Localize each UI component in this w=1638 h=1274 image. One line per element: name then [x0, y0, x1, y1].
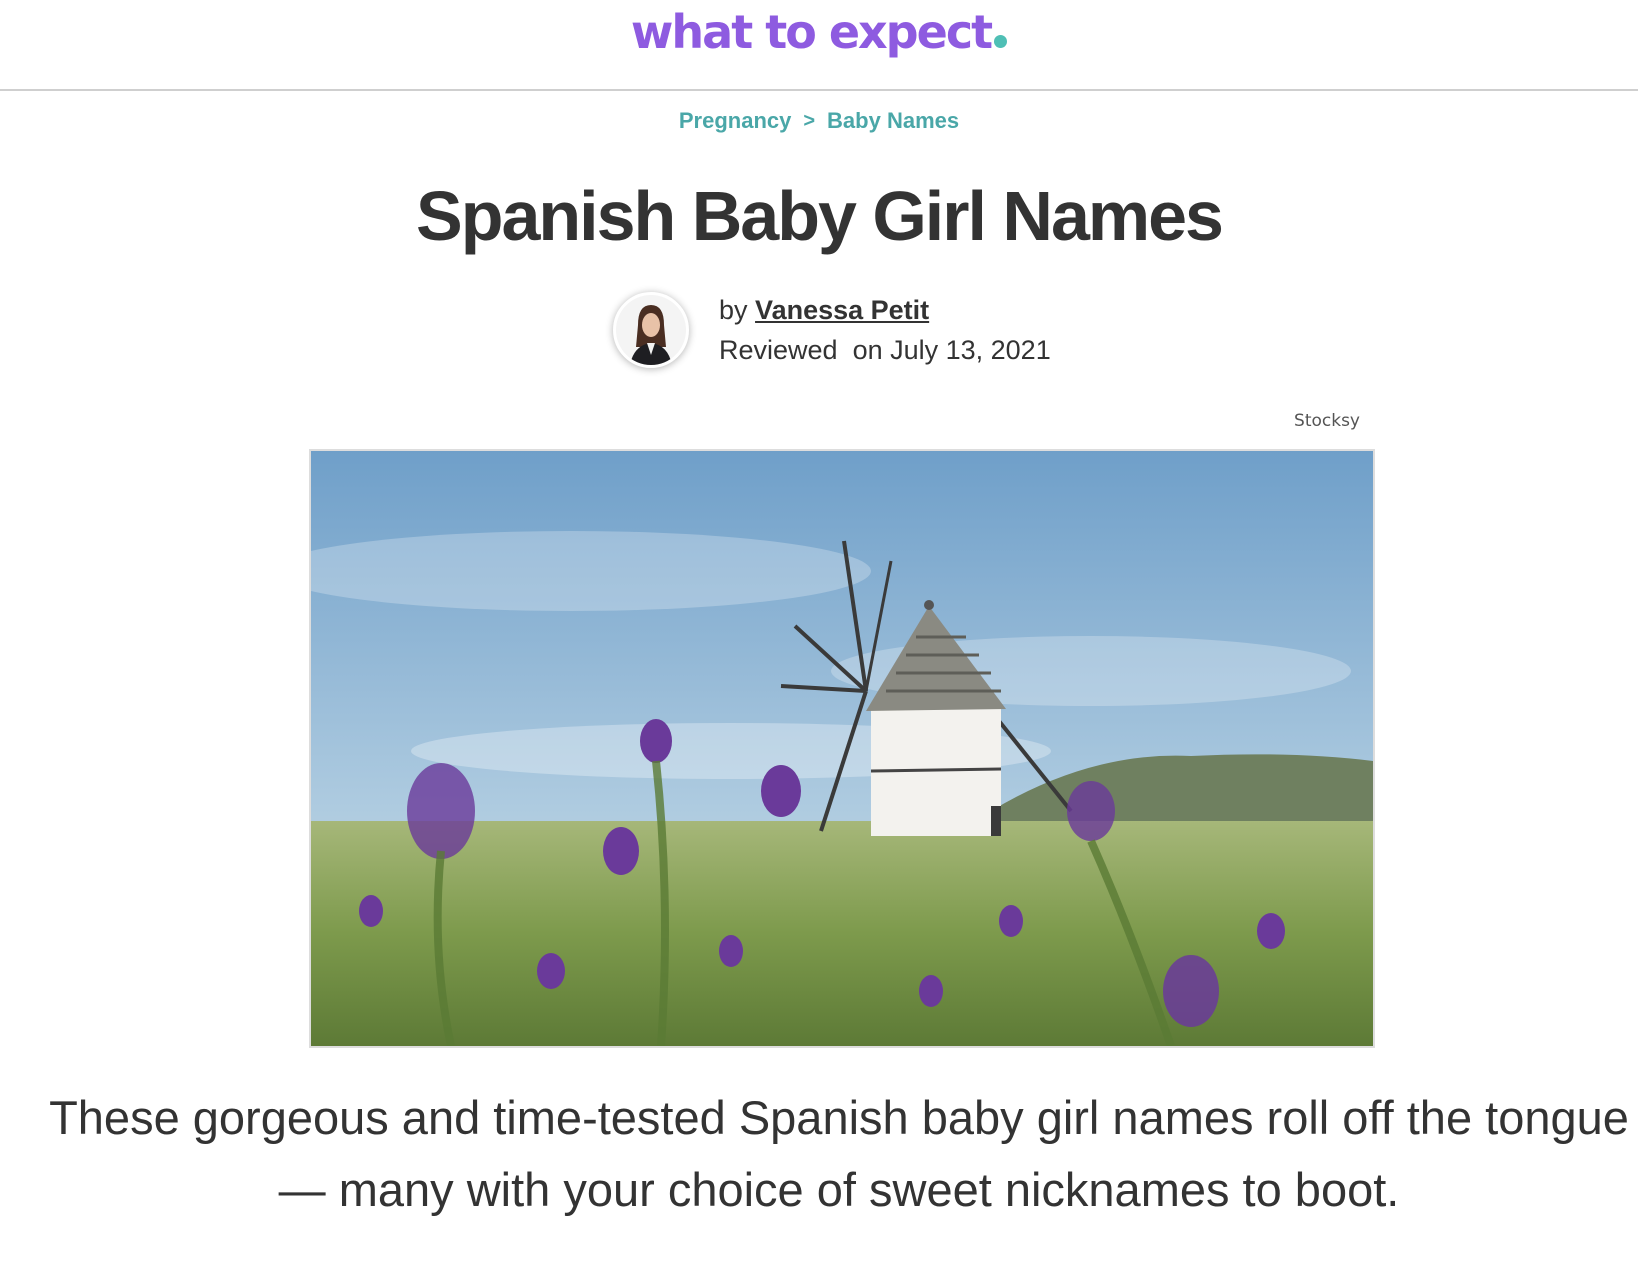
logo-dot-icon — [994, 35, 1008, 48]
breadcrumb-pregnancy[interactable]: Pregnancy — [679, 108, 792, 134]
byline-prefix: by — [719, 295, 748, 325]
site-logo[interactable]: what to expect — [630, 2, 1008, 62]
byline-text: by Vanessa Petit Reviewed on July 13, 20… — [719, 290, 1051, 370]
reviewed-date: Reviewed on July 13, 2021 — [719, 335, 1051, 365]
breadcrumb-baby-names[interactable]: Baby Names — [827, 108, 959, 134]
logo-text: what to expect — [630, 5, 993, 59]
breadcrumb-separator: > — [803, 109, 816, 132]
windmill-field-photo — [311, 451, 1373, 1046]
image-credit: Stocksy — [1294, 411, 1360, 431]
page-title: Spanish Baby Girl Names — [416, 177, 1224, 255]
article-intro: These gorgeous and time-tested Spanish b… — [49, 1091, 1629, 1216]
author-link[interactable]: Vanessa Petit — [755, 295, 929, 325]
author-photo — [616, 295, 686, 365]
site-header: what to expect — [0, 0, 1638, 91]
author-byline: by Vanessa Petit Reviewed on July 13, 20… — [613, 290, 1051, 370]
breadcrumb: Pregnancy > Baby Names — [0, 104, 1638, 138]
hero-image — [309, 449, 1375, 1048]
author-avatar[interactable] — [613, 292, 689, 368]
